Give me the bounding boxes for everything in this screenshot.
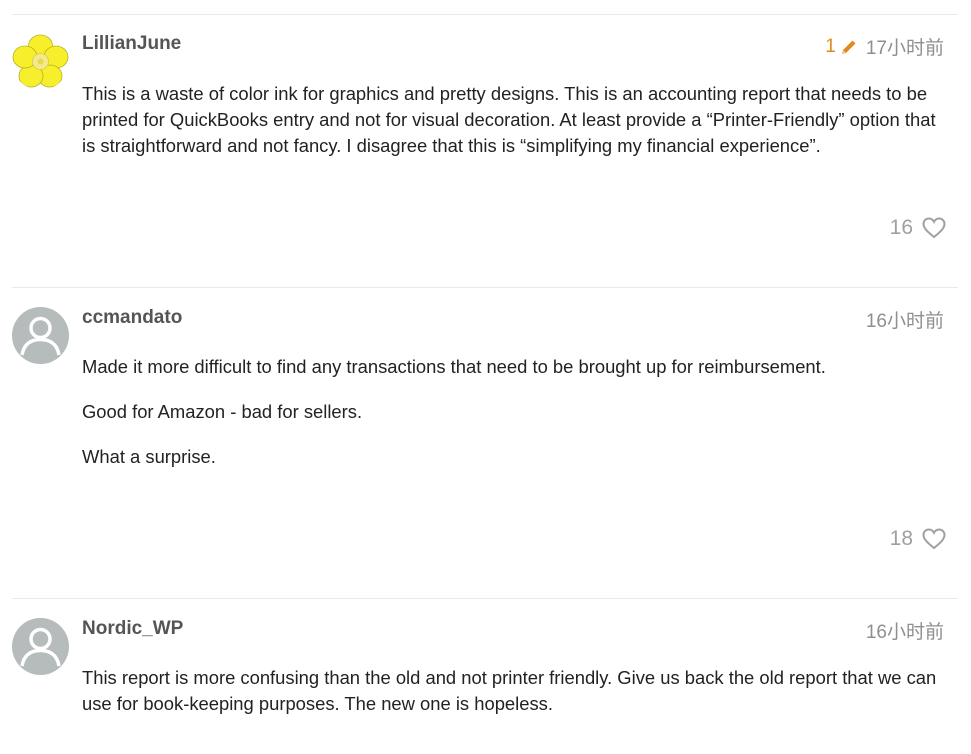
avatar[interactable] [12,33,69,90]
post-divider [12,598,958,599]
post-paragraph: What a surprise. [82,446,216,467]
like-area: 18 [890,527,946,551]
like-area: 16 [890,216,946,240]
like-count[interactable]: 18 [890,527,913,551]
post-paragraph: This is a waste of color ink for graphic… [82,83,936,156]
post-divider [12,287,958,288]
heart-icon [922,528,946,550]
like-count[interactable]: 16 [890,216,913,240]
avatar[interactable] [12,307,69,364]
avatar[interactable] [12,618,69,675]
default-user-avatar-icon [12,307,69,364]
post-meta: 1 17小时前 [825,33,944,60]
post-meta: 16小时前 [866,306,944,333]
edit-count: 1 [825,35,836,57]
heart-icon [922,217,946,239]
post-meta: 16小时前 [866,617,944,644]
post-timestamp[interactable]: 16小时前 [866,306,944,333]
post-body: This report is more confusing than the o… [82,665,952,736]
top-divider [12,14,958,15]
post-paragraph: This report is more confusing than the o… [82,667,937,714]
username[interactable]: ccmandato [82,307,182,329]
post-body: Made it more difficult to find any trans… [82,354,952,489]
post-paragraph: Good for Amazon - bad for sellers. [82,401,363,422]
yellow-flower-avatar-icon [12,33,69,90]
edit-history-button[interactable]: 1 [825,36,858,58]
like-button[interactable] [922,217,946,239]
post-body: This is a waste of color ink for graphic… [82,81,952,178]
pencil-icon [841,40,856,54]
post-timestamp[interactable]: 16小时前 [866,617,944,644]
username[interactable]: LillianJune [82,33,181,55]
default-user-avatar-icon [12,618,69,675]
post-paragraph: Made it more difficult to find any trans… [82,356,826,377]
like-button[interactable] [922,528,946,550]
post-timestamp[interactable]: 17小时前 [866,33,944,60]
username[interactable]: Nordic_WP [82,618,183,640]
